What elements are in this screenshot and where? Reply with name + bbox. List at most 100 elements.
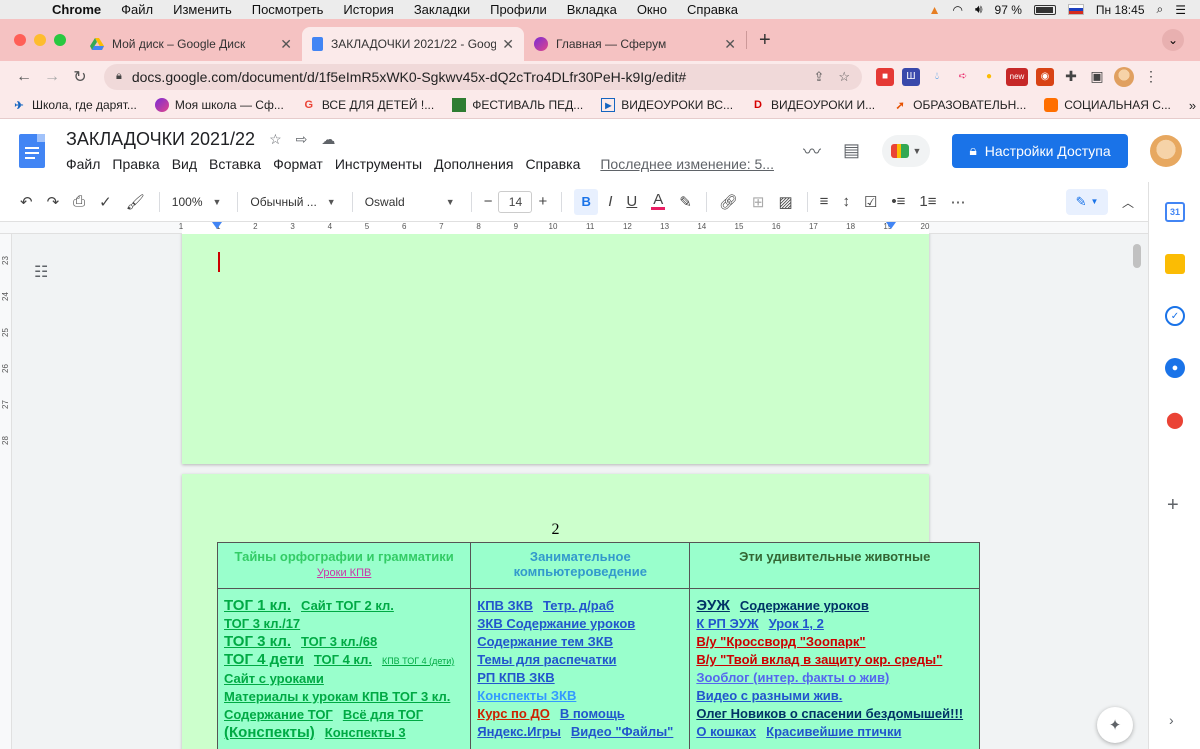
- bookmark-link[interactable]: Видео с разными жив.: [696, 688, 842, 703]
- print-icon[interactable]: ⎙: [73, 193, 85, 210]
- bookmark-link[interactable]: В/у "Твой вклад в защиту окр. среды": [696, 652, 942, 667]
- bookmark-link[interactable]: Яндекс.Игры: [477, 724, 561, 739]
- tasks-icon[interactable]: ✓: [1165, 306, 1185, 326]
- bulleted-list-icon[interactable]: •≡: [891, 193, 905, 210]
- left-indent-marker[interactable]: [212, 222, 222, 229]
- bookmark-link[interactable]: Урок 1, 2: [769, 616, 824, 631]
- docs-menu-tools[interactable]: Инструменты: [335, 156, 422, 172]
- font-family-select[interactable]: Oswald ▼: [365, 195, 455, 209]
- bookmark-item[interactable]: D ВИДЕОУРОКИ И...: [751, 98, 875, 112]
- explore-icon[interactable]: ✦: [1097, 707, 1133, 743]
- editing-mode-button[interactable]: ✎ ▼: [1066, 188, 1108, 215]
- zoom-select[interactable]: 100% ▼: [172, 195, 222, 209]
- italic-button[interactable]: I: [608, 193, 612, 210]
- docs-menu-edit[interactable]: Правка: [112, 156, 159, 172]
- address-url[interactable]: docs.google.com/document/d/1f5eImR5xWK0-…: [132, 69, 800, 85]
- share-page-icon[interactable]: ⇪: [813, 69, 824, 85]
- right-indent-marker[interactable]: [886, 222, 896, 229]
- more-options-icon[interactable]: ⋯: [951, 193, 966, 211]
- bookmarks-overflow-button[interactable]: »: [1189, 98, 1196, 113]
- bookmark-link[interactable]: Всё для ТОГ: [343, 707, 423, 722]
- close-tab-icon[interactable]: ✕: [280, 36, 292, 53]
- reload-icon[interactable]: ↻: [66, 67, 94, 87]
- menu-window[interactable]: Окно: [637, 2, 667, 17]
- document-page-1[interactable]: [182, 234, 929, 464]
- insert-link-icon[interactable]: 🔗︎: [719, 193, 738, 211]
- bookmark-link[interactable]: ТОГ 3 кл.: [224, 633, 291, 650]
- menu-view[interactable]: Посмотреть: [252, 2, 324, 17]
- extension-dots-icon[interactable]: ●: [980, 68, 998, 86]
- menu-tab[interactable]: Вкладка: [567, 2, 617, 17]
- bookmark-link[interactable]: Курс по ДО: [477, 706, 550, 721]
- input-language-flag-icon[interactable]: [1067, 4, 1084, 15]
- spotlight-search-icon[interactable]: ⌕: [1157, 2, 1164, 17]
- comments-icon[interactable]: ▤: [843, 140, 860, 161]
- bookmark-link[interactable]: Видео "Файлы": [571, 724, 673, 739]
- calendar-icon[interactable]: 31: [1165, 202, 1185, 222]
- document-canvas[interactable]: ☷ 2 Тайны орфографии и грамматики Уроки …: [12, 234, 1148, 749]
- extension-red-icon[interactable]: ■: [876, 67, 894, 86]
- share-button[interactable]: 🔒︎ Настройки Доступа: [952, 133, 1128, 168]
- decrease-font-size-icon[interactable]: −: [484, 193, 493, 210]
- chevron-up-icon[interactable]: ︿: [1122, 194, 1134, 211]
- close-tab-icon[interactable]: ✕: [502, 36, 514, 53]
- meet-button[interactable]: ▼: [882, 134, 930, 167]
- volume-icon[interactable]: 🔊︎: [975, 2, 983, 17]
- extension-blue-icon[interactable]: Ш: [902, 67, 920, 86]
- highlight-pen-icon[interactable]: ✎: [679, 193, 692, 211]
- back-arrow-icon[interactable]: ←: [10, 68, 38, 86]
- contacts-icon[interactable]: ●: [1165, 358, 1185, 378]
- numbered-list-icon[interactable]: 1≡: [919, 193, 936, 210]
- maps-icon[interactable]: ⬤: [1165, 410, 1185, 430]
- google-docs-logo-icon[interactable]: [19, 133, 45, 168]
- bookmark-link[interactable]: (Конспекты): [224, 724, 315, 741]
- address-bar[interactable]: 🔒︎ docs.google.com/document/d/1f5eImR5xW…: [104, 63, 862, 90]
- paint-format-icon[interactable]: 🖌︎: [126, 193, 145, 211]
- bookmark-link[interactable]: ТОГ 4 кл.: [314, 652, 372, 667]
- new-tab-button[interactable]: +: [759, 29, 771, 52]
- bookmark-link[interactable]: Сайт с уроками: [224, 671, 324, 686]
- document-outline-icon[interactable]: ☷: [34, 262, 48, 282]
- tab-search-icon[interactable]: ⌄: [1162, 29, 1184, 51]
- docs-menu-addons[interactable]: Дополнения: [434, 156, 513, 172]
- forward-arrow-icon[interactable]: →: [38, 68, 66, 86]
- control-center-icon[interactable]: ☰: [1175, 3, 1186, 17]
- bookmark-item[interactable]: Моя школа — Сф...: [154, 98, 284, 112]
- bookmark-link[interactable]: ЗКВ Содержание уроков: [477, 616, 635, 631]
- add-comment-icon[interactable]: ⊞: [752, 193, 765, 211]
- increase-font-size-icon[interactable]: +: [538, 193, 547, 210]
- fullscreen-window-button[interactable]: [54, 34, 66, 46]
- keep-icon[interactable]: [1165, 254, 1185, 274]
- align-icon[interactable]: ≡: [820, 193, 829, 210]
- bookmark-link[interactable]: ТОГ 4 дети: [224, 651, 304, 668]
- chrome-menu-icon[interactable]: ⋮: [1142, 68, 1160, 86]
- menu-help[interactable]: Справка: [687, 2, 738, 17]
- battery-icon[interactable]: [1033, 4, 1056, 15]
- tab-sferum[interactable]: Главная — Сферум ✕: [524, 27, 746, 61]
- vlc-icon[interactable]: ▲: [929, 3, 941, 17]
- last-edit-link[interactable]: Последнее изменение: 5...: [600, 156, 774, 172]
- vertical-scrollbar-thumb[interactable]: [1133, 244, 1141, 268]
- menubar-clock[interactable]: Пн 18:45: [1096, 3, 1145, 17]
- bookmark-link[interactable]: Темы для распечатки: [477, 652, 616, 667]
- profile-avatar-icon[interactable]: [1114, 66, 1134, 87]
- reading-list-icon[interactable]: ▣: [1088, 68, 1106, 86]
- document-title[interactable]: ЗАКЛАДОЧКИ 2021/22: [66, 129, 255, 150]
- lessons-kpv-link[interactable]: Уроки КПВ: [222, 566, 466, 581]
- undo-icon[interactable]: ↶: [20, 193, 33, 211]
- bookmark-item[interactable]: G ВСЕ ДЛЯ ДЕТЕЙ !...: [302, 98, 435, 112]
- lock-icon[interactable]: 🔒︎: [116, 70, 122, 83]
- bookmark-item[interactable]: ▶ ВИДЕОУРОКИ ВС...: [601, 98, 733, 112]
- checklist-icon[interactable]: ☑: [864, 193, 877, 211]
- bookmark-link[interactable]: Содержание ТОГ: [224, 707, 333, 722]
- bookmark-link[interactable]: ТОГ 3 кл./17: [224, 616, 300, 631]
- menu-profiles[interactable]: Профили: [490, 2, 547, 17]
- close-tab-icon[interactable]: ✕: [724, 36, 736, 53]
- extension-drop-icon[interactable]: 💧︎: [928, 68, 946, 86]
- menu-file[interactable]: Файл: [121, 2, 153, 17]
- horizontal-ruler[interactable]: 1 1 2 3 4 5 6 7 8 9 10 11 12 13 14 15 16 17 18 19 20: [0, 222, 1148, 234]
- bookmark-link[interactable]: В помощь: [560, 706, 625, 721]
- bookmark-link[interactable]: Красивейшие птички: [766, 724, 901, 739]
- bookmark-link[interactable]: ТОГ 1 кл.: [224, 597, 291, 614]
- bookmark-link[interactable]: К РП ЭУЖ: [696, 616, 758, 631]
